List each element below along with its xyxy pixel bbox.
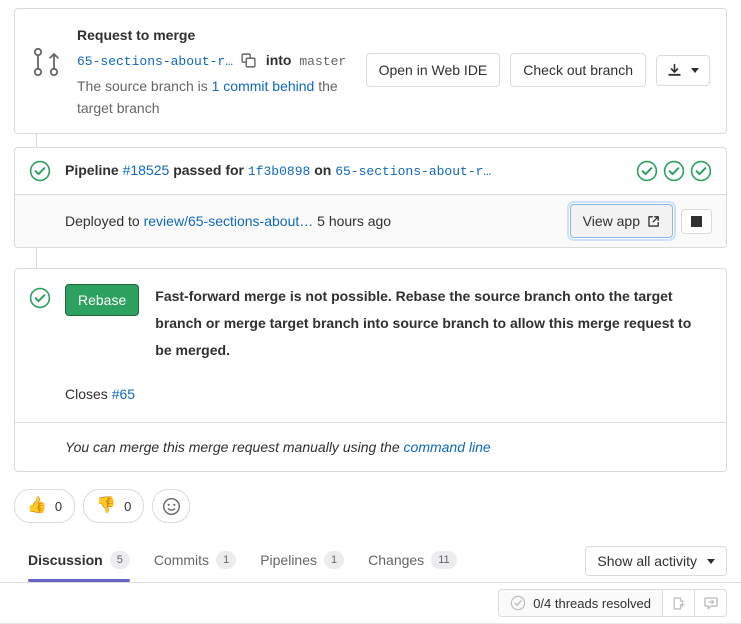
pipeline-stage-1-success-icon[interactable] bbox=[636, 160, 658, 182]
pipeline-panel: Pipeline #18525 passed for 1f3b0898 on 6… bbox=[14, 147, 727, 248]
merge-text-block: Request to merge 65-sections-about-r… in… bbox=[77, 23, 356, 119]
check-circle-outline-icon bbox=[510, 595, 526, 611]
pipeline-label: Pipeline bbox=[65, 162, 119, 178]
view-app-label: View app bbox=[582, 213, 640, 229]
tab-changes-count: 11 bbox=[431, 551, 457, 569]
branch-behind-text: The source branch is 1 commit behind the… bbox=[77, 75, 356, 119]
source-branch-link[interactable]: 65-sections-about-r… bbox=[77, 54, 233, 69]
rebase-button[interactable]: Rebase bbox=[65, 284, 140, 316]
rebase-panel: Rebase Fast-forward merge is not possibl… bbox=[14, 268, 727, 472]
tab-pipelines-label: Pipelines bbox=[260, 552, 318, 568]
rebase-main-row: Rebase Fast-forward merge is not possibl… bbox=[15, 269, 726, 378]
threads-control-group: 0/4 threads resolved bbox=[498, 589, 727, 617]
tab-pipelines-count: 1 bbox=[324, 551, 345, 569]
deployment-row: Deployed to review/65-sections-about… 5 … bbox=[15, 194, 726, 247]
activity-filter-wrapper: Show all activity bbox=[585, 546, 727, 576]
reactions-bar: 👍 0 👎 0 bbox=[14, 489, 191, 523]
panel-connector-2 bbox=[36, 247, 37, 268]
tab-discussion-count: 5 bbox=[109, 551, 130, 569]
merge-panel-body: Request to merge 65-sections-about-r… in… bbox=[14, 8, 727, 134]
environment-link[interactable]: review/65-sections-about… bbox=[144, 213, 314, 229]
stop-environment-button[interactable] bbox=[681, 208, 712, 234]
chevron-down-icon bbox=[707, 558, 715, 564]
merge-request-icon bbox=[29, 45, 63, 79]
pipeline-passed-label: passed for bbox=[173, 162, 244, 178]
pipeline-branch-link[interactable]: 65-sections-about-r… bbox=[335, 164, 491, 179]
go-to-unresolved-icon[interactable] bbox=[662, 590, 694, 616]
page-title: Request to merge bbox=[77, 27, 196, 43]
check-out-branch-button[interactable]: Check out branch bbox=[510, 53, 646, 87]
show-all-activity-label: Show all activity bbox=[597, 553, 697, 569]
copy-icon[interactable] bbox=[241, 53, 256, 68]
tab-commits-count: 1 bbox=[216, 551, 237, 569]
pipeline-id-link[interactable]: #18525 bbox=[123, 162, 170, 178]
manual-merge-row: You can merge this merge request manuall… bbox=[15, 422, 726, 471]
manual-merge-text: You can merge this merge request manuall… bbox=[65, 439, 404, 455]
chevron-down-icon bbox=[691, 67, 699, 73]
deployed-to-label: Deployed to bbox=[65, 213, 144, 229]
into-label: into bbox=[265, 52, 292, 68]
deployment-text: Deployed to review/65-sections-about… 5 … bbox=[65, 213, 570, 229]
tab-commits-label: Commits bbox=[153, 552, 210, 568]
merge-actions-group: Open in Web IDE Check out branch bbox=[365, 53, 710, 87]
command-line-link[interactable]: command line bbox=[404, 439, 491, 455]
status-success-icon bbox=[29, 160, 51, 182]
behind-prefix: The source branch is bbox=[77, 78, 212, 94]
reaction-thumbsup-button[interactable]: 👍 0 bbox=[14, 489, 76, 523]
closes-issue-link[interactable]: #65 bbox=[112, 386, 135, 402]
pipeline-stage-3-success-icon[interactable] bbox=[690, 160, 712, 182]
commits-behind-link[interactable]: 1 commit behind bbox=[212, 78, 315, 94]
reaction-thumbsdown-button[interactable]: 👎 0 bbox=[83, 489, 145, 523]
request-to-merge-panel: Request to merge 65-sections-about-r… in… bbox=[14, 8, 727, 134]
rebase-message: Fast-forward merge is not possible. Reba… bbox=[155, 288, 692, 358]
closes-label: Closes bbox=[65, 386, 112, 402]
closes-issue-row: Closes #65 bbox=[15, 378, 726, 422]
show-all-activity-dropdown[interactable]: Show all activity bbox=[585, 546, 727, 576]
tab-changes-label: Changes bbox=[368, 552, 425, 568]
pipeline-status-row: Pipeline #18525 passed for 1f3b0898 on 6… bbox=[15, 148, 726, 194]
reaction-thumbsdown-count: 0 bbox=[124, 498, 132, 514]
pipeline-on-label: on bbox=[314, 162, 332, 178]
tab-discussion-label: Discussion bbox=[28, 552, 103, 568]
threads-sticky-bar: 0/4 threads resolved bbox=[0, 583, 741, 624]
open-in-web-ide-button[interactable]: Open in Web IDE bbox=[365, 53, 501, 87]
external-link-icon bbox=[647, 215, 660, 228]
thumbsup-icon: 👍 bbox=[27, 497, 47, 514]
pipeline-stages-group bbox=[636, 160, 712, 182]
deploy-time: 5 hours ago bbox=[313, 213, 392, 229]
pipeline-stage-2-success-icon[interactable] bbox=[663, 160, 685, 182]
rebase-panel-body: Rebase Fast-forward merge is not possibl… bbox=[14, 268, 727, 472]
pipeline-summary-text: Pipeline #18525 passed for 1f3b0898 on 6… bbox=[65, 160, 636, 182]
tab-commits[interactable]: Commits 1 bbox=[142, 541, 248, 581]
smiley-icon bbox=[162, 497, 181, 516]
pipeline-panel-body: Pipeline #18525 passed for 1f3b0898 on 6… bbox=[14, 147, 727, 248]
merge-request-tabs: Discussion 5 Commits 1 Pipelines 1 Chang… bbox=[0, 541, 741, 583]
stop-square-icon bbox=[691, 215, 702, 227]
tab-changes[interactable]: Changes 11 bbox=[356, 541, 468, 581]
download-icon bbox=[667, 63, 682, 78]
view-app-button[interactable]: View app bbox=[566, 201, 677, 241]
jump-to-thread-icon[interactable] bbox=[694, 590, 726, 616]
branch-line: 65-sections-about-r… into master bbox=[77, 49, 356, 73]
deployment-actions-group: View app bbox=[566, 201, 712, 241]
threads-resolved-label: 0/4 threads resolved bbox=[533, 595, 651, 611]
add-reaction-button[interactable] bbox=[152, 489, 191, 523]
reaction-thumbsup-count: 0 bbox=[54, 498, 63, 514]
tab-discussion[interactable]: Discussion 5 bbox=[14, 541, 142, 582]
download-dropdown-button[interactable] bbox=[656, 54, 710, 86]
merge-request-widget-page: Request to merge 65-sections-about-r… in… bbox=[0, 0, 741, 624]
tab-pipelines[interactable]: Pipelines 1 bbox=[248, 541, 356, 581]
commit-sha-link[interactable]: 1f3b0898 bbox=[248, 164, 310, 179]
threads-resolved-status: 0/4 threads resolved bbox=[499, 590, 662, 616]
target-branch-label: master bbox=[299, 54, 347, 69]
merge-status-success-icon bbox=[29, 287, 51, 309]
tabs-group: Discussion 5 Commits 1 Pipelines 1 Chang… bbox=[14, 541, 469, 582]
thumbsdown-icon: 👎 bbox=[96, 497, 117, 514]
